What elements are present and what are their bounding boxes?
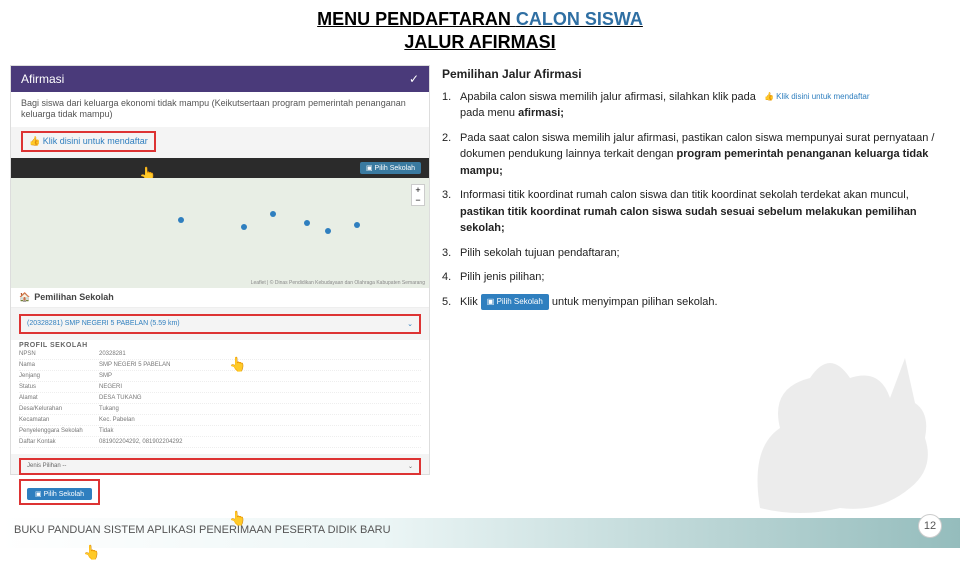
profile-panel: PROFIL SEKOLAH NPSN20328281 NamaSMP NEGE… [11, 340, 429, 454]
instructions: Pemilihan Jalur Afirmasi 1. Apabila calo… [442, 65, 950, 475]
map-marker[interactable] [178, 217, 184, 223]
thumbs-up-icon: 👍 [29, 136, 40, 146]
instruction-step: 4. Pilih jenis pilihan; [442, 269, 950, 286]
table-row: Daftar Kontak081902204292, 081902204292 [19, 437, 421, 448]
home-icon: 🏠 [19, 292, 30, 302]
map-marker[interactable] [304, 220, 310, 226]
zoom-controls[interactable]: +− [411, 184, 425, 206]
afirmasi-header: Afirmasi ✓ [11, 66, 429, 92]
table-row: NPSN20328281 [19, 349, 421, 360]
instruction-step: 5. Klik ▣ Pilih Sekolah untuk menyimpan … [442, 294, 950, 311]
jenis-pilihan-select[interactable]: Jenis Pilihan --⌄ [19, 458, 421, 475]
afirmasi-title: Afirmasi [21, 72, 64, 86]
pilih-sekolah-button[interactable]: ▣ Pilih Sekolah [27, 488, 92, 500]
table-row: Penyelenggara SekolahTidak [19, 426, 421, 437]
register-link-inline: 👍 Klik disini untuk mendaftar [759, 89, 875, 105]
instructions-header: Pemilihan Jalur Afirmasi [442, 65, 950, 83]
map-credit: Leaflet | © Dinas Pendidikan Kebudayaan … [251, 280, 425, 286]
table-row: NamaSMP NEGERI 5 PABELAN [19, 360, 421, 371]
page-title: MENU PENDAFTARAN CALON SISWA JALUR AFIRM… [0, 8, 960, 55]
check-icon: ✓ [409, 72, 419, 86]
footer-text: BUKU PANDUAN SISTEM APLIKASI PENERIMAAN … [0, 524, 391, 536]
toolbar: ▣ Pilih Sekolah [11, 158, 429, 178]
pilih-sekolah-top-button[interactable]: ▣ Pilih Sekolah [360, 162, 421, 174]
register-link[interactable]: 👍 Klik disini untuk mendaftar [21, 131, 156, 152]
table-row: KecamatanKec. Pabelan [19, 415, 421, 426]
chevron-down-icon: ⌄ [408, 463, 413, 470]
profile-header: PROFIL SEKOLAH [19, 342, 421, 349]
instruction-step: 2. Pada saat calon siswa memilih jalur a… [442, 130, 950, 180]
app-screenshot: Afirmasi ✓ Bagi siswa dari keluarga ekon… [10, 65, 430, 475]
cursor-icon: 👆 [229, 356, 246, 373]
footer: BUKU PANDUAN SISTEM APLIKASI PENERIMAAN … [0, 512, 960, 548]
table-row: StatusNEGERI [19, 382, 421, 393]
pilih-sekolah-inline-button: ▣ Pilih Sekolah [481, 294, 549, 310]
map[interactable]: +− Leaflet | © Dinas Pendidikan Kebudaya… [11, 178, 429, 288]
instruction-step: 3. Pilih sekolah tujuan pendaftaran; [442, 245, 950, 262]
map-marker[interactable] [325, 228, 331, 234]
table-row: Desa/KelurahanTukang [19, 404, 421, 415]
pilih-sekolah-button-highlight: ▣ Pilih Sekolah [19, 479, 100, 505]
content-area: Afirmasi ✓ Bagi siswa dari keluarga ekon… [0, 65, 960, 475]
map-marker[interactable] [354, 222, 360, 228]
chevron-down-icon: ⌄ [407, 320, 413, 328]
map-marker[interactable] [270, 211, 276, 217]
table-row: JenjangSMP [19, 371, 421, 382]
page-number: 12 [918, 514, 942, 538]
instruction-step: 1. Apabila calon siswa memilih jalur afi… [442, 89, 950, 122]
map-marker[interactable] [241, 224, 247, 230]
school-option[interactable]: (20328281) SMP NEGERI 5 PABELAN (5.59 km… [19, 314, 421, 334]
table-row: AlamatDESA TUKANG [19, 393, 421, 404]
instruction-step: 3. Informasi titik koordinat rumah calon… [442, 187, 950, 237]
afirmasi-desc: Bagi siswa dari keluarga ekonomi tidak m… [11, 92, 429, 127]
pemilihan-sekolah-header: 🏠Pemilihan Sekolah [11, 288, 429, 308]
